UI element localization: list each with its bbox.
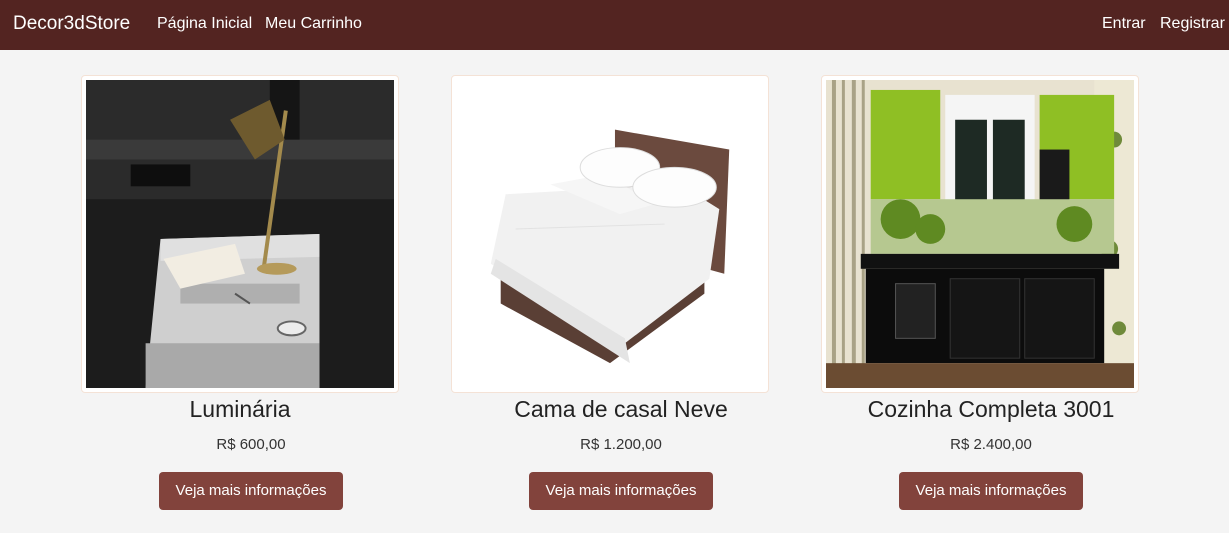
navbar: Decor3dStore Página Inicial Meu Carrinho…	[0, 0, 1229, 50]
kitchen-image[interactable]	[821, 75, 1139, 393]
nav-link-cart[interactable]: Meu Carrinho	[265, 15, 362, 33]
product-price: R$ 1.200,00	[580, 436, 662, 453]
nav-link-register[interactable]: Registrar	[1160, 15, 1225, 33]
nav-link-home[interactable]: Página Inicial	[157, 15, 252, 33]
product-title: Cozinha Completa 3001	[867, 396, 1115, 422]
more-info-button[interactable]: Veja mais informações	[899, 472, 1083, 510]
product-title: Luminária	[189, 396, 291, 422]
brand-logo-link[interactable]: Decor3dStore	[13, 13, 130, 35]
bed-image[interactable]	[451, 75, 769, 393]
product-title: Cama de casal Neve	[514, 396, 728, 422]
nav-link-login[interactable]: Entrar	[1102, 15, 1146, 33]
more-info-button[interactable]: Veja mais informações	[159, 472, 343, 510]
more-info-button[interactable]: Veja mais informações	[529, 472, 713, 510]
product-price: R$ 2.400,00	[950, 436, 1032, 453]
product-price: R$ 600,00	[216, 436, 286, 453]
desk-lamp-image[interactable]	[81, 75, 399, 393]
